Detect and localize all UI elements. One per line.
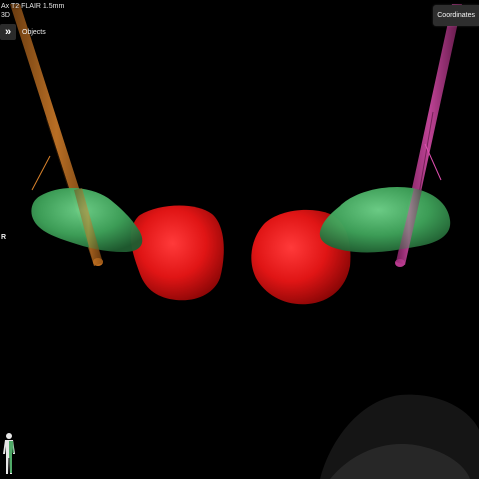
double-chevron-right-icon[interactable]: »	[0, 24, 16, 40]
3d-render-scene[interactable]	[0, 0, 479, 479]
coordinates-button[interactable]: Coordinates	[433, 5, 479, 26]
objects-panel-toggle[interactable]: » Objects	[0, 24, 46, 40]
view-mode-label: 3D	[1, 12, 10, 19]
objects-label[interactable]: Objects	[22, 29, 46, 36]
series-title: Ax T2 FLAIR 1.5mm	[1, 3, 65, 10]
green-structure-right[interactable]	[319, 186, 451, 253]
3d-viewport[interactable]: Ax T2 FLAIR 1.5mm 3D » Objects Coordinat…	[0, 0, 479, 479]
red-structure-left[interactable]	[130, 205, 224, 301]
orientation-marker-right: R	[1, 234, 7, 241]
body-figure-icon[interactable]	[1, 432, 17, 476]
